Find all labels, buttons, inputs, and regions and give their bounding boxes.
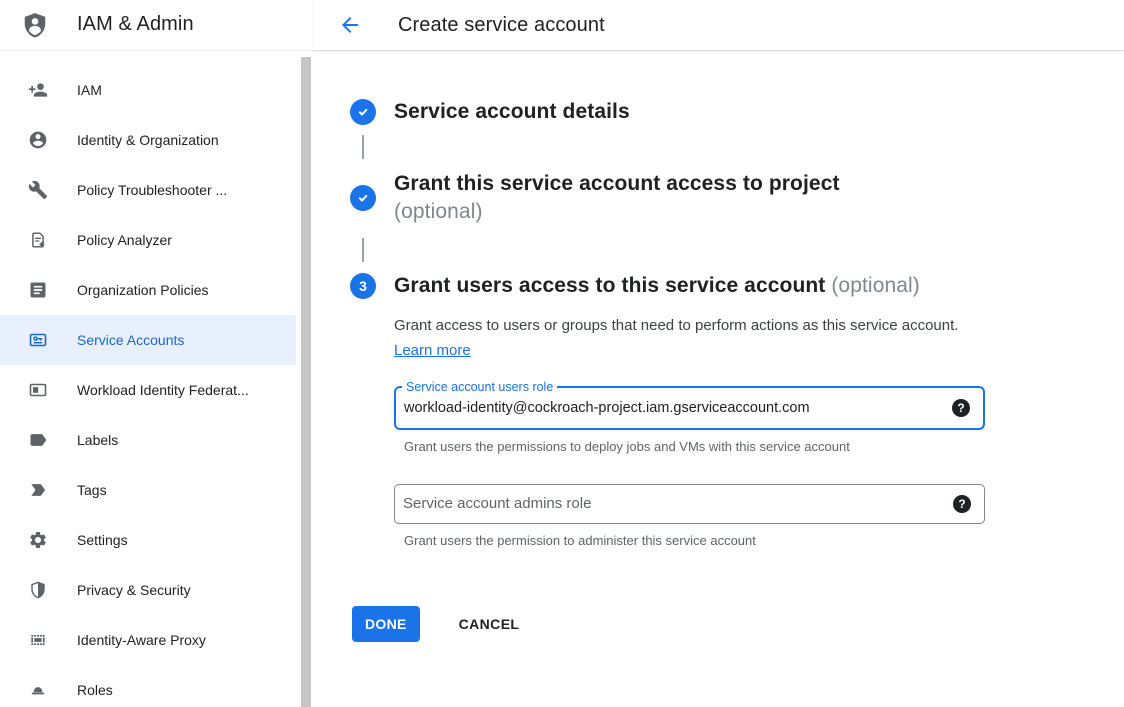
sidebar-scrollbar-thumb[interactable] bbox=[301, 57, 311, 707]
sidebar-item-label: Tags bbox=[77, 482, 107, 498]
sidebar-item-identity-organization[interactable]: Identity & Organization bbox=[0, 115, 296, 165]
step-2-optional-label: (optional) bbox=[394, 200, 483, 223]
step-2-row: Grant this service account access to pro… bbox=[350, 170, 1124, 226]
gear-icon bbox=[28, 530, 48, 550]
grant-users-description-text: Grant access to users or groups that nee… bbox=[394, 317, 958, 334]
service-account-icon bbox=[28, 330, 48, 350]
sidebar-item-label: Service Accounts bbox=[77, 332, 184, 348]
sidebar-item-label: Settings bbox=[77, 532, 128, 548]
sidebar-item-label: Workload Identity Federat... bbox=[77, 382, 249, 398]
step-2-indicator bbox=[350, 185, 376, 211]
sidebar-item-tags[interactable]: Tags bbox=[0, 465, 296, 515]
step-3-optional-label: (optional) bbox=[831, 274, 920, 297]
step-connector bbox=[362, 238, 364, 262]
sidebar-item-label: Roles bbox=[77, 682, 113, 698]
sidebar-item-policy-analyzer[interactable]: Policy Analyzer bbox=[0, 215, 296, 265]
wizard-content: Service account details Grant this servi… bbox=[313, 51, 1124, 642]
grant-users-description: Grant access to users or groups that nee… bbox=[394, 313, 966, 363]
tag-arrow-icon bbox=[28, 480, 48, 500]
sidebar-item-privacy-security[interactable]: Privacy & Security bbox=[0, 565, 296, 615]
service-account-users-role-field: Service account users role ? bbox=[394, 386, 985, 430]
sidebar-item-identity-aware-proxy[interactable]: Identity-Aware Proxy bbox=[0, 615, 296, 665]
iam-shield-logo-icon bbox=[21, 11, 49, 39]
page-title: Create service account bbox=[398, 14, 605, 37]
step-2-title[interactable]: Grant this service account access to pro… bbox=[394, 170, 840, 226]
iap-grid-icon bbox=[28, 630, 48, 650]
page-topbar: Create service account bbox=[313, 0, 1124, 51]
sidebar-item-label: Policy Analyzer bbox=[77, 232, 172, 248]
person-add-icon bbox=[28, 80, 48, 100]
account-circle-icon bbox=[28, 130, 48, 150]
done-button[interactable]: DONE bbox=[352, 606, 420, 642]
users-role-field-label: Service account users role bbox=[402, 379, 557, 396]
id-card-icon bbox=[28, 380, 48, 400]
sidebar-item-label: Identity-Aware Proxy bbox=[77, 632, 206, 648]
arrow-back-icon bbox=[338, 13, 362, 37]
sidebar-header: IAM & Admin bbox=[0, 0, 313, 51]
admins-role-helper-text: Grant users the permission to administer… bbox=[404, 533, 985, 548]
sidebar-item-label: Labels bbox=[77, 432, 118, 448]
label-tag-icon bbox=[28, 430, 48, 450]
grant-users-section: Grant access to users or groups that nee… bbox=[394, 313, 985, 548]
service-account-admins-role-field: ? bbox=[394, 484, 985, 524]
wrench-icon bbox=[28, 180, 48, 200]
step-3-row: 3 Grant users access to this service acc… bbox=[350, 273, 1124, 299]
create-service-account-page: IAM & Admin IAM Identity & Organization Po… bbox=[0, 0, 1124, 707]
iam-admin-sidebar: IAM & Admin IAM Identity & Organization Po… bbox=[0, 0, 313, 707]
step-1-row: Service account details bbox=[350, 99, 1124, 125]
article-icon bbox=[28, 280, 48, 300]
check-icon bbox=[353, 188, 373, 208]
sidebar-item-label: Organization Policies bbox=[77, 282, 209, 298]
step-1-indicator bbox=[350, 99, 376, 125]
hat-icon bbox=[28, 680, 48, 700]
users-role-helper-text: Grant users the permissions to deploy jo… bbox=[404, 439, 985, 454]
step-1-title[interactable]: Service account details bbox=[394, 99, 630, 125]
sidebar-item-settings[interactable]: Settings bbox=[0, 515, 296, 565]
sidebar-item-organization-policies[interactable]: Organization Policies bbox=[0, 265, 296, 315]
sidebar-item-workload-identity-federat[interactable]: Workload Identity Federat... bbox=[0, 365, 296, 415]
step-connector bbox=[362, 135, 364, 159]
help-icon[interactable]: ? bbox=[953, 495, 971, 513]
step-3-number: 3 bbox=[359, 278, 367, 294]
step-2-title-text: Grant this service account access to pro… bbox=[394, 172, 840, 195]
sidebar-item-label: IAM bbox=[77, 82, 102, 98]
sidebar-item-label: Policy Troubleshooter ... bbox=[77, 182, 227, 198]
sidebar-nav: IAM Identity & Organization Policy Trouble… bbox=[0, 51, 313, 707]
sidebar-item-label: Identity & Organization bbox=[77, 132, 219, 148]
sidebar-item-service-accounts[interactable]: Service Accounts bbox=[0, 315, 296, 365]
step-3-indicator: 3 bbox=[350, 273, 376, 299]
policy-analyzer-icon bbox=[28, 230, 48, 250]
product-title: IAM & Admin bbox=[77, 13, 194, 36]
sidebar-item-iam[interactable]: IAM bbox=[0, 65, 296, 115]
sidebar-item-label: Privacy & Security bbox=[77, 582, 191, 598]
help-icon[interactable]: ? bbox=[952, 399, 970, 417]
cancel-button[interactable]: CANCEL bbox=[455, 608, 524, 640]
check-icon bbox=[353, 102, 373, 122]
sidebar-item-roles[interactable]: Roles bbox=[0, 665, 296, 707]
back-button[interactable] bbox=[337, 13, 363, 39]
sidebar-item-policy-troubleshooter[interactable]: Policy Troubleshooter ... bbox=[0, 165, 296, 215]
admins-role-input[interactable] bbox=[395, 485, 984, 523]
shield-icon bbox=[28, 580, 48, 600]
step-3-title: Grant users access to this service accou… bbox=[394, 273, 920, 299]
wizard-actions: DONE CANCEL bbox=[352, 606, 1124, 642]
sidebar-item-labels[interactable]: Labels bbox=[0, 415, 296, 465]
main-panel: Create service account Service account d… bbox=[313, 0, 1124, 707]
step-3-title-text: Grant users access to this service accou… bbox=[394, 274, 825, 297]
learn-more-link[interactable]: Learn more bbox=[394, 342, 471, 359]
